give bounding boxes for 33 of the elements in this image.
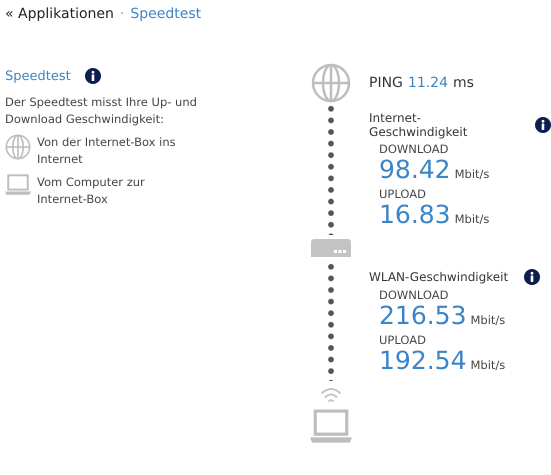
legend-text: Von der Internet-Box ins Internet bbox=[37, 134, 177, 168]
measurement-label: UPLOAD bbox=[379, 333, 427, 347]
measurement-value: 98.42 bbox=[379, 156, 451, 184]
unit-label: Mbit/s bbox=[470, 313, 506, 327]
wifi-icon bbox=[320, 387, 342, 403]
ping-value: 11.24 bbox=[408, 75, 448, 91]
measurement-label: UPLOAD bbox=[379, 187, 427, 201]
measurement-value: 16.83 bbox=[379, 201, 451, 229]
globe-icon bbox=[5, 134, 31, 160]
description-text: Der Speedtest misst Ihre Up- und Download Geschwindigkeit: bbox=[5, 94, 198, 128]
breadcrumb-separator: · bbox=[120, 6, 124, 22]
measurement-value: 216.53 bbox=[379, 302, 466, 330]
measurement-label: DOWNLOAD bbox=[379, 142, 450, 156]
unit-label: ms bbox=[453, 75, 474, 91]
measurement-value: 192.54 bbox=[379, 347, 466, 375]
info-icon[interactable] bbox=[84, 68, 101, 84]
unit-label: Mbit/s bbox=[454, 212, 490, 226]
laptop-icon bbox=[310, 409, 352, 443]
ping-label: PING bbox=[369, 75, 403, 91]
router-icon bbox=[311, 239, 352, 257]
info-icon[interactable] bbox=[535, 117, 551, 133]
section-heading: Speedtest bbox=[5, 68, 71, 84]
laptop-icon bbox=[5, 174, 31, 195]
back-link[interactable]: « Applikationen bbox=[5, 6, 114, 22]
info-icon[interactable] bbox=[524, 269, 540, 285]
measurement-label: DOWNLOAD bbox=[379, 288, 450, 302]
section-title: WLAN-Geschwindigkeit bbox=[369, 270, 508, 284]
globe-icon bbox=[311, 63, 352, 103]
breadcrumb-current: Speedtest bbox=[130, 6, 202, 22]
section-title: Internet-Geschwindigkeit bbox=[369, 111, 468, 139]
legend-text: Vom Computer zur Internet-Box bbox=[37, 174, 146, 208]
unit-label: Mbit/s bbox=[454, 167, 490, 181]
unit-label: Mbit/s bbox=[470, 358, 506, 372]
